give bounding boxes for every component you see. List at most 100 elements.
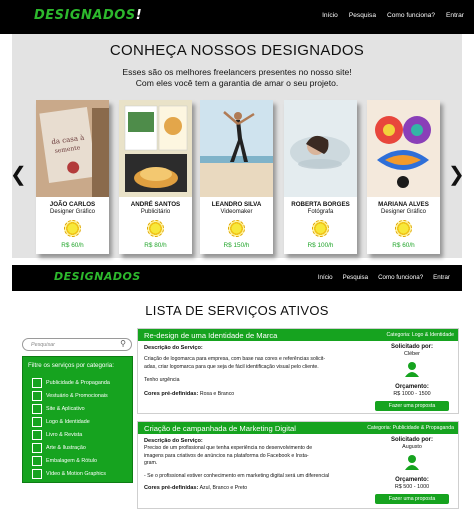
section-subtitle-2: Com eles você tem a garantia de amar o s… [135,78,339,88]
freelancer-price: R$ 60/h [61,242,84,249]
freelancer-card[interactable]: da casa à semente JOÃO CARLOS Designer G… [36,100,109,254]
filter-option[interactable]: Arte & Ilustração [32,442,86,453]
filter-option[interactable]: Publicidade & Propaganda [32,377,110,388]
filter-option-label: Embalagem & Rótulo [46,457,97,464]
checkbox[interactable] [32,468,42,479]
logo-text: DESIGNADOS [54,270,141,283]
freelancer-price: R$ 100/h [307,242,334,249]
checkbox[interactable] [32,442,42,453]
filter-option[interactable]: Livro & Revista [32,429,82,440]
service-title: Re-design de uma Identidade de Marca [144,331,278,340]
chevron-left-icon[interactable]: ❮ [10,162,27,187]
filter-option[interactable]: Vídeo & Motion Graphics [32,468,106,479]
nav-link-como-funciona[interactable]: Como funciona? [378,274,423,281]
freelancer-card[interactable]: LEANDRO SILVA Videomaker R$ 150/h [200,100,273,254]
service-description: Descrição do Serviço: Criação de logomar… [144,345,349,398]
colors-value: Rosa e Branco [199,390,235,397]
make-proposal-button[interactable]: Fazer uma proposta [375,494,449,504]
freelancer-role: Videomaker [220,209,253,215]
filter-option[interactable]: Logo & Identidade [32,416,90,427]
freelancer-price: R$ 60/h [392,242,415,249]
budget-label: Orçamento: [395,477,429,483]
budget-range: R$ 500 - 1000 [394,484,430,490]
search-placeholder: Pesquisar [31,342,55,348]
checkbox[interactable] [32,429,42,440]
checkbox[interactable] [32,390,42,401]
filter-option-label: Vídeo & Motion Graphics [46,470,106,477]
service-category: Categoria: Publicidade & Propaganda [367,425,454,431]
freelancer-name: JOÃO CARLOS [49,201,96,208]
checkbox[interactable] [32,416,42,427]
service-header: Criação de campanhada de Marketing Digit… [138,422,458,434]
filter-option[interactable]: Vestuário & Promocionais [32,390,108,401]
filter-option-label: Livro & Revista [46,431,83,438]
chevron-right-icon[interactable]: ❯ [448,162,465,187]
colors-label: Cores pré-definidas: [144,485,199,492]
filter-title: Filtre os serviços por categoria: [28,362,114,369]
rating-badge-icon [228,220,245,237]
requested-label: Solicitado por: [391,437,433,443]
nav-link-inicio[interactable]: Início [318,274,333,281]
freelancer-name: LEANDRO SILVA [211,201,262,208]
service-card: Criação de campanhada de Marketing Digit… [137,421,459,509]
portfolio-image: da casa à semente [36,100,109,197]
freelancer-card[interactable]: ANDRÉ SANTOS Publicitário R$ 80/h [119,100,192,254]
requester-name: Augusto [402,444,422,450]
description-line: gram. [144,460,158,467]
filter-option-label: Arte & Ilustração [46,444,86,451]
nav-link-pesquisa[interactable]: Pesquisa [343,274,368,281]
nav-links: Início Pesquisa Como funciona? Entrar [318,274,450,281]
service-title: Criação de campanhada de Marketing Digit… [144,424,296,433]
nav-link-entrar[interactable]: Entrar [446,12,464,19]
nav-link-entrar[interactable]: Entrar [433,274,450,281]
description-line: - Se o profissional estiver conhecimento… [144,472,330,479]
budget-range: R$ 1000 - 1500 [393,391,431,397]
category-filter-panel: Filtre os serviços por categoria: Public… [22,356,133,483]
service-category: Categoria: Logo & Identidade [386,332,455,338]
freelancer-price: R$ 80/h [144,242,167,249]
freelancer-price: R$ 150/h [223,242,250,249]
freelancer-role: Designer Gráfico [49,209,96,215]
checkbox[interactable] [32,403,42,414]
description-label: Descrição do Serviço: [144,438,203,444]
search-input[interactable]: Pesquisar ⚲ [22,338,132,351]
portfolio-image [119,100,192,197]
service-header: Re-design de uma Identidade de Marca Cat… [138,329,458,341]
filter-option-label: Logo & Identidade [46,418,90,425]
logo-mark: ! [135,8,143,23]
freelancer-role: Fotógrafa [307,209,334,215]
section-title: CONHEÇA NOSSOS DESIGNADOS [109,42,365,59]
search-icon[interactable]: ⚲ [120,339,126,348]
nav-link-inicio[interactable]: Início [322,12,338,19]
nav-link-como-funciona[interactable]: Como funciona? [387,12,435,19]
colors-value: Azul, Branco e Preto [199,485,248,492]
filter-option[interactable]: Site & Aplicativo [32,403,85,414]
logo-text: DESIGNADOS [34,8,136,23]
checkbox[interactable] [32,455,42,466]
colors-label: Cores pré-definidas: [144,390,199,397]
site-logo[interactable]: DESIGNADOS! [34,8,142,23]
freelancer-card[interactable]: MARIANA ALVES Designer Gráfico R$ 60/h [367,100,440,254]
secondary-navbar: DESIGNADOS Início Pesquisa Como funciona… [12,265,462,291]
filter-option[interactable]: Embalagem & Rótulo [32,455,97,466]
site-logo[interactable]: DESIGNADOS [54,270,141,283]
description-line: adas, criar logomarca para que seja de f… [144,363,319,370]
freelancer-role: Designer Gráfico [380,209,427,215]
user-avatar-icon [404,454,420,470]
service-card: Re-design de uma Identidade de Marca Cat… [137,328,459,414]
make-proposal-button[interactable]: Fazer uma proposta [375,401,449,411]
checkbox[interactable] [32,377,42,388]
freelancer-name: MARIANA ALVES [378,201,429,208]
description-line: Criação de logomarca para empresa, com b… [144,356,326,363]
filter-option-label: Site & Aplicativo [46,405,85,412]
portfolio-image [284,100,357,197]
freelancers-section: CONHEÇA NOSSOS DESIGNADOS Esses são os m… [10,34,465,258]
freelancer-card[interactable]: ROBERTA BORGES Fotógrafa R$ 100/h [284,100,357,254]
budget-label: Orçamento: [395,384,429,390]
rating-badge-icon [147,220,164,237]
rating-badge-icon [312,220,329,237]
nav-link-pesquisa[interactable]: Pesquisa [349,12,376,19]
services-title: LISTA DE SERVIÇOS ATIVOS [145,303,329,318]
portfolio-image [200,100,273,197]
nav-links: Início Pesquisa Como funciona? Entrar [322,12,464,19]
